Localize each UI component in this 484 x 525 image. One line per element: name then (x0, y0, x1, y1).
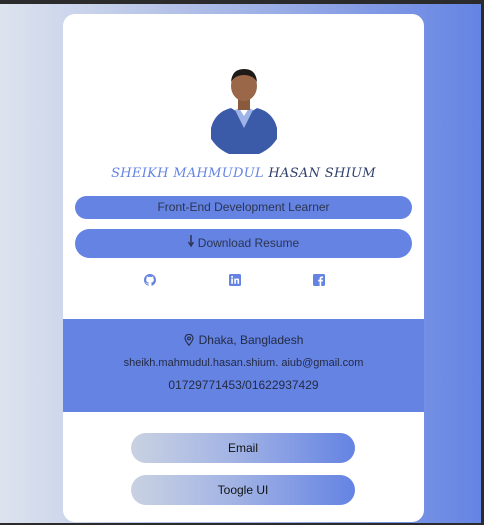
download-resume-label: Download Resume (197, 236, 300, 250)
profile-card: SHEIKH MAHMUDUL HASAN SHIUM Front-End De… (63, 14, 424, 522)
toggle-ui-button[interactable]: Toogle UI (131, 475, 355, 505)
name-first: SHEIKH MAHMUDUL (111, 166, 264, 181)
avatar (205, 58, 283, 154)
location: Dhaka, Bangladesh (63, 333, 424, 349)
window-top-border (0, 0, 484, 4)
email-button[interactable]: Email (131, 433, 355, 463)
role-badge: Front-End Development Learner (75, 196, 412, 219)
facebook-icon[interactable] (313, 274, 325, 286)
email-address: sheikh.mahmudul.hasan.shium. aiub@gmail.… (123, 357, 364, 369)
phone-numbers: 01729771453/01622937429 (168, 378, 319, 392)
download-icon (187, 229, 194, 258)
linkedin-icon[interactable] (229, 274, 241, 286)
location-pin-icon (184, 333, 194, 349)
github-icon[interactable] (144, 274, 156, 286)
location-text: Dhaka, Bangladesh (198, 333, 304, 347)
profile-name: SHEIKH MAHMUDUL HASAN SHIUM (63, 166, 424, 181)
download-resume-button[interactable]: Download Resume (75, 229, 412, 258)
name-last: HASAN SHIUM (268, 166, 376, 181)
contact-section: Dhaka, Bangladesh sheikh.mahmudul.hasan.… (63, 319, 424, 412)
